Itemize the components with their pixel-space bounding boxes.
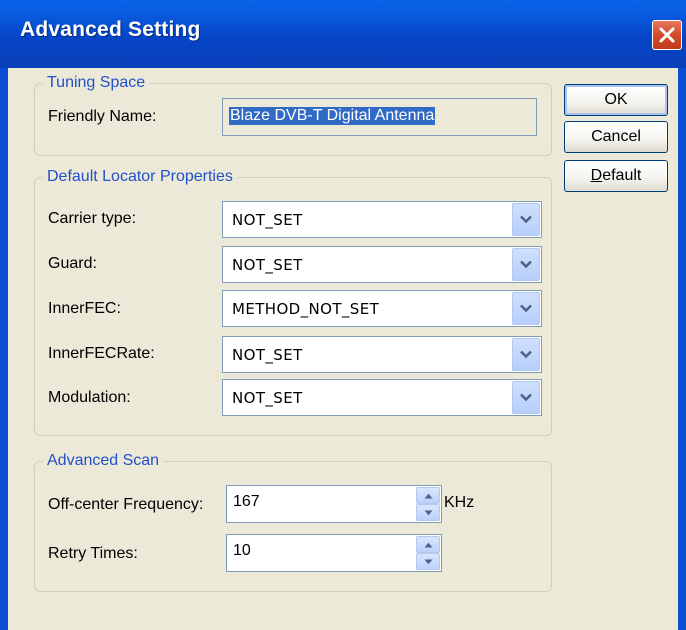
spin-down-icon [424, 510, 433, 516]
modulation-value: NOT_SET [232, 389, 303, 407]
innerfec-label: InnerFEC: [48, 300, 121, 317]
guard-label: Guard: [48, 255, 97, 272]
default-button[interactable]: Default [564, 160, 668, 192]
retry-times-input[interactable]: 10 [226, 534, 442, 572]
retry-times-down-button[interactable] [416, 553, 440, 570]
title-bar[interactable]: Advanced Setting [0, 0, 686, 68]
carrier-type-combo[interactable]: NOT_SET [222, 201, 542, 238]
spin-up-icon [424, 493, 433, 499]
carrier-type-dropdown-button[interactable] [512, 203, 540, 236]
carrier-type-label: Carrier type: [48, 210, 137, 227]
guard-dropdown-button[interactable] [512, 248, 540, 281]
modulation-label: Modulation: [48, 389, 131, 406]
advanced-scan-legend: Advanced Scan [47, 452, 160, 469]
innerfec-dropdown-button[interactable] [512, 292, 540, 325]
retry-times-up-button[interactable] [416, 536, 440, 553]
innerfec-value: METHOD_NOT_SET [232, 300, 380, 318]
dialog-window: Advanced Setting Tuning Space Friendly N… [0, 0, 686, 630]
friendly-name-value: Blaze DVB-T Digital Antenna [229, 107, 436, 125]
frequency-unit-label: KHz [444, 494, 475, 511]
carrier-type-value: NOT_SET [232, 211, 303, 229]
guard-value: NOT_SET [232, 256, 303, 274]
guard-combo[interactable]: NOT_SET [222, 246, 542, 283]
innerfecrate-dropdown-button[interactable] [512, 338, 540, 371]
tuning-space-legend: Tuning Space [47, 74, 146, 91]
default-button-label: efault [602, 167, 642, 184]
friendly-name-field[interactable]: Blaze DVB-T Digital Antenna [222, 98, 537, 136]
offset-frequency-down-button[interactable] [416, 504, 440, 521]
chevron-down-icon [520, 350, 532, 359]
chevron-down-icon [520, 260, 532, 269]
chevron-down-icon [520, 304, 532, 313]
offset-frequency-label: Off-center Frequency: [48, 496, 204, 513]
modulation-dropdown-button[interactable] [512, 381, 540, 414]
retry-times-label: Retry Times: [48, 545, 138, 562]
innerfec-combo[interactable]: METHOD_NOT_SET [222, 290, 542, 327]
innerfecrate-value: NOT_SET [232, 346, 303, 364]
offset-frequency-up-button[interactable] [416, 487, 440, 504]
default-button-accelerator: D [590, 167, 603, 184]
close-icon [659, 27, 675, 43]
locator-properties-legend: Default Locator Properties [47, 168, 233, 185]
innerfecrate-label: InnerFECRate: [48, 345, 155, 362]
innerfecrate-combo[interactable]: NOT_SET [222, 336, 542, 373]
chevron-down-icon [520, 215, 532, 224]
ok-button[interactable]: OK [564, 84, 668, 116]
offset-frequency-input[interactable]: 167 [226, 485, 442, 523]
modulation-combo[interactable]: NOT_SET [222, 379, 542, 416]
retry-times-value: 10 [233, 542, 251, 559]
offset-frequency-spinner[interactable] [416, 487, 440, 521]
spin-up-icon [424, 542, 433, 548]
retry-times-spinner[interactable] [416, 536, 440, 570]
offset-frequency-value: 167 [233, 493, 260, 510]
window-title: Advanced Setting [20, 18, 201, 41]
cancel-button[interactable]: Cancel [564, 121, 668, 153]
chevron-down-icon [520, 393, 532, 402]
close-button[interactable] [652, 20, 682, 50]
spin-down-icon [424, 559, 433, 565]
friendly-name-label: Friendly Name: [48, 108, 157, 125]
